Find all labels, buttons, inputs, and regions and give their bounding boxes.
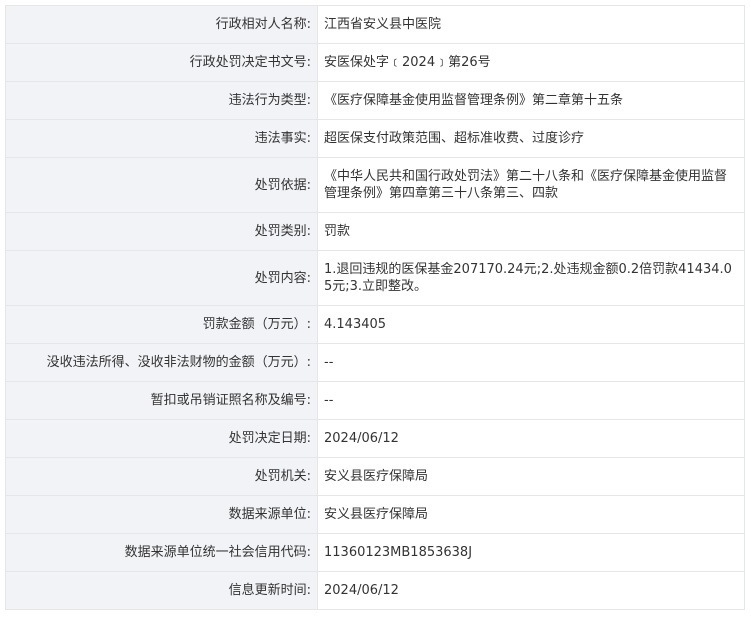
field-label: 信息更新时间: (5, 571, 318, 610)
table-row: 处罚类别: 罚款 (5, 212, 745, 251)
field-label: 违法事实: (5, 119, 318, 158)
table-row: 暂扣或吊销证照名称及编号: -- (5, 381, 745, 420)
field-label: 处罚类别: (5, 212, 318, 251)
table-row: 处罚机关: 安义县医疗保障局 (5, 457, 745, 496)
table-row: 违法行为类型: 《医疗保障基金使用监督管理条例》第二章第十五条 (5, 81, 745, 120)
table-row: 信息更新时间: 2024/06/12 (5, 571, 745, 610)
field-value: 安义县医疗保障局 (317, 457, 745, 496)
field-value: 《中华人民共和国行政处罚法》第二十八条和《医疗保障基金使用监督管理条例》第四章第… (317, 157, 745, 213)
penalty-info-table: 行政相对人名称: 江西省安义县中医院 行政处罚决定书文号: 安医保处字﹝2024… (5, 5, 745, 610)
table-row: 处罚内容: 1.退回违规的医保基金207170.24元;2.处违规金额0.2倍罚… (5, 250, 745, 306)
field-label: 行政相对人名称: (5, 5, 318, 44)
field-value: 4.143405 (317, 305, 745, 344)
field-value: 江西省安义县中医院 (317, 5, 745, 44)
table-row: 没收违法所得、没收非法财物的金额（万元）: -- (5, 343, 745, 382)
table-row: 罚款金额（万元）: 4.143405 (5, 305, 745, 344)
field-label: 暂扣或吊销证照名称及编号: (5, 381, 318, 420)
table-row: 违法事实: 超医保支付政策范围、超标准收费、过度诊疗 (5, 119, 745, 158)
table-row: 行政相对人名称: 江西省安义县中医院 (5, 5, 745, 44)
field-value: 罚款 (317, 212, 745, 251)
field-value: -- (317, 343, 745, 382)
table-row: 数据来源单位统一社会信用代码: 11360123MB1853638J (5, 533, 745, 572)
field-value: 1.退回违规的医保基金207170.24元;2.处违规金额0.2倍罚款41434… (317, 250, 745, 306)
field-value: 《医疗保障基金使用监督管理条例》第二章第十五条 (317, 81, 745, 120)
field-value: 安义县医疗保障局 (317, 495, 745, 534)
field-value: 超医保支付政策范围、超标准收费、过度诊疗 (317, 119, 745, 158)
field-label: 数据来源单位统一社会信用代码: (5, 533, 318, 572)
field-value: 2024/06/12 (317, 571, 745, 610)
table-row: 处罚依据: 《中华人民共和国行政处罚法》第二十八条和《医疗保障基金使用监督管理条… (5, 157, 745, 213)
field-label: 没收违法所得、没收非法财物的金额（万元）: (5, 343, 318, 382)
field-value: 2024/06/12 (317, 419, 745, 458)
field-value: 11360123MB1853638J (317, 533, 745, 572)
field-label: 数据来源单位: (5, 495, 318, 534)
table-row: 数据来源单位: 安义县医疗保障局 (5, 495, 745, 534)
field-label: 罚款金额（万元）: (5, 305, 318, 344)
field-label: 处罚内容: (5, 250, 318, 306)
field-label: 处罚依据: (5, 157, 318, 213)
field-label: 违法行为类型: (5, 81, 318, 120)
field-value: 安医保处字﹝2024﹞第26号 (317, 43, 745, 82)
table-row: 行政处罚决定书文号: 安医保处字﹝2024﹞第26号 (5, 43, 745, 82)
field-label: 行政处罚决定书文号: (5, 43, 318, 82)
field-value: -- (317, 381, 745, 420)
table-row: 处罚决定日期: 2024/06/12 (5, 419, 745, 458)
field-label: 处罚决定日期: (5, 419, 318, 458)
field-label: 处罚机关: (5, 457, 318, 496)
